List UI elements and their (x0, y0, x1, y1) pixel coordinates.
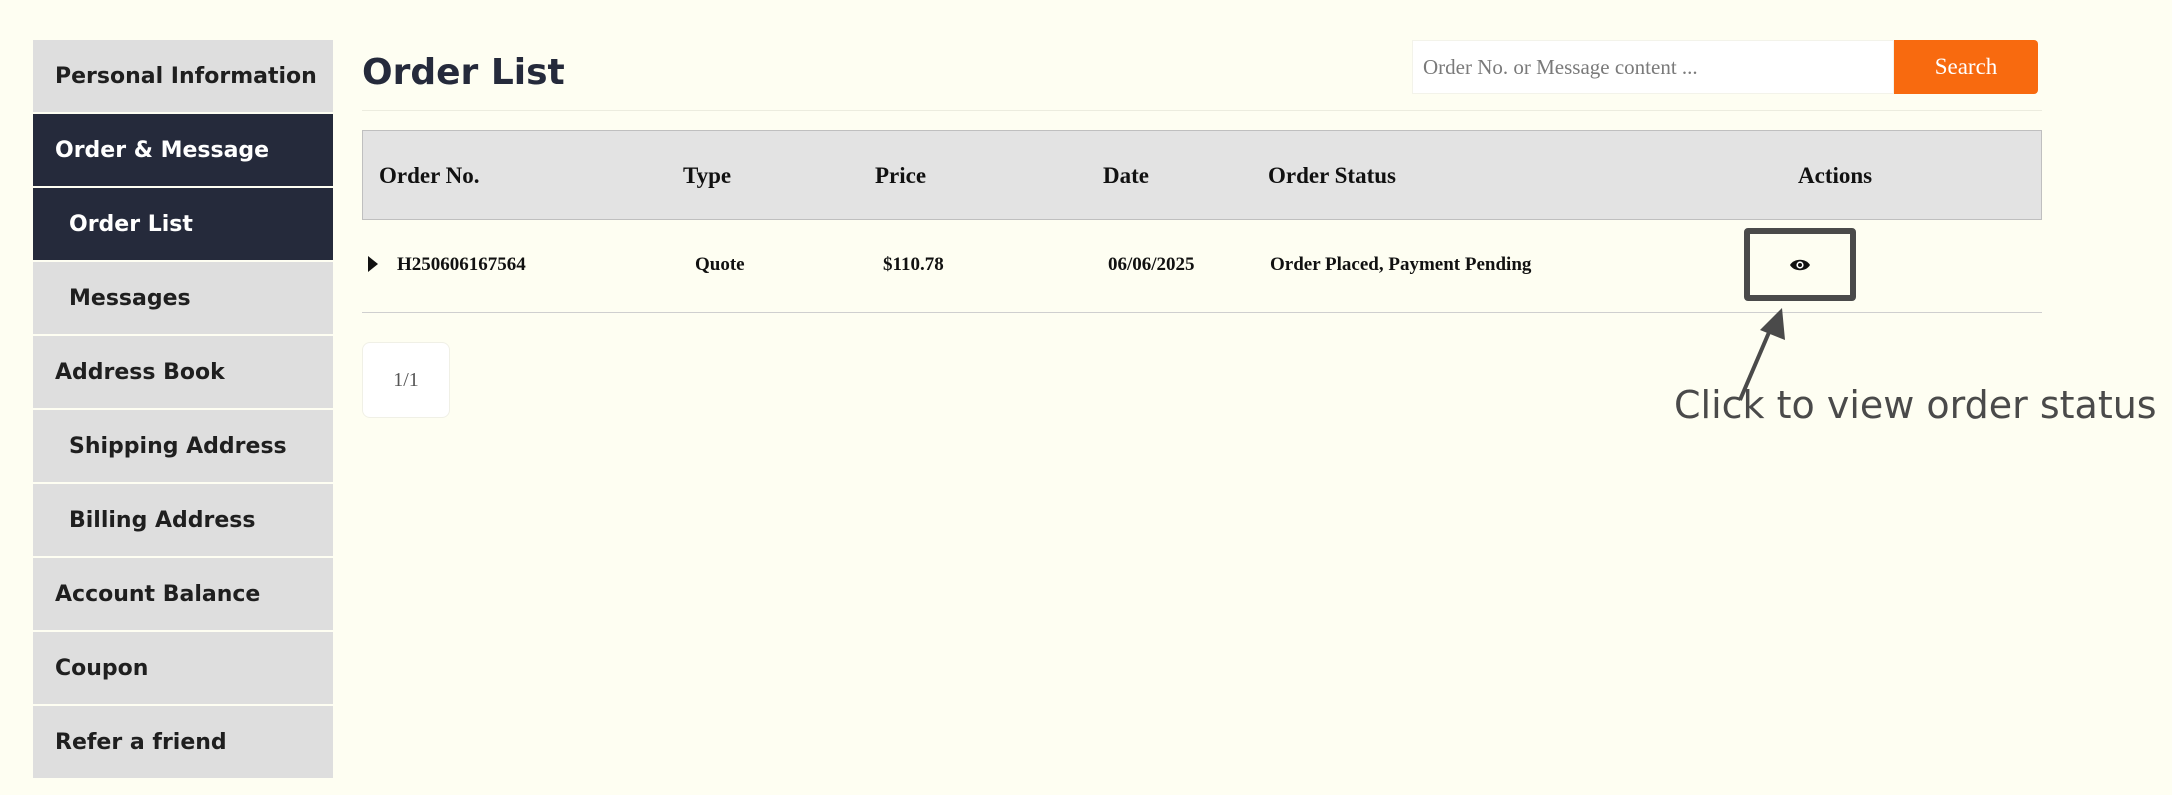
sidebar-item-account-balance[interactable]: Account Balance (33, 558, 333, 630)
order-number: H250606167564 (397, 254, 526, 275)
table-row: H250606167564 Quote $110.78 06/06/2025 O… (362, 220, 2042, 313)
sidebar-item-label: Messages (69, 285, 191, 311)
sidebar-item-label: Account Balance (55, 581, 261, 607)
sidebar-item-refer-a-friend[interactable]: Refer a friend (33, 706, 333, 778)
sidebar-item-order-list[interactable]: Order List (33, 188, 333, 260)
view-order-button[interactable] (1744, 228, 1856, 301)
column-header-order-no: Order No. (379, 163, 480, 188)
order-price: $110.78 (883, 254, 944, 275)
sidebar-item-coupon[interactable]: Coupon (33, 632, 333, 704)
search-button[interactable]: Search (1894, 40, 2038, 94)
sidebar-item-label: Order & Message (55, 137, 270, 163)
pagination[interactable]: 1/1 (362, 342, 450, 418)
column-header-type: Type (683, 163, 732, 188)
sidebar-item-shipping-address[interactable]: Shipping Address (33, 410, 333, 482)
sidebar-item-label: Coupon (55, 655, 149, 681)
sidebar-item-label: Address Book (55, 359, 225, 385)
sidebar-item-messages[interactable]: Messages (33, 262, 333, 334)
sidebar-item-label: Order List (69, 211, 193, 237)
sidebar-item-label: Refer a friend (55, 729, 227, 755)
expand-row-icon[interactable] (368, 256, 378, 272)
page-title: Order List (362, 52, 565, 93)
column-header-price: Price (875, 163, 927, 188)
sidebar-item-label: Shipping Address (69, 433, 287, 459)
search-bar: Search (1412, 40, 2038, 94)
sidebar-item-address-book[interactable]: Address Book (33, 336, 333, 408)
sidebar-item-billing-address[interactable]: Billing Address (33, 484, 333, 556)
order-type: Quote (695, 254, 745, 275)
order-table: Order No. Type Price Date Order Status A… (362, 130, 2042, 313)
column-header-actions: Actions (1798, 163, 1873, 188)
sidebar-item-label: Personal Information (55, 63, 317, 89)
sidebar: Personal Information Order & Message Ord… (33, 40, 333, 780)
eye-icon (1790, 259, 1810, 270)
order-date: 06/06/2025 (1108, 254, 1195, 275)
order-status: Order Placed, Payment Pending (1270, 254, 1532, 275)
sidebar-item-personal-information[interactable]: Personal Information (33, 40, 333, 112)
annotation-text: Click to view order status (1674, 383, 2157, 427)
title-divider (362, 110, 2042, 111)
search-input[interactable] (1412, 40, 1894, 94)
column-header-date: Date (1103, 163, 1149, 188)
sidebar-item-order-message[interactable]: Order & Message (33, 114, 333, 186)
table-header: Order No. Type Price Date Order Status A… (362, 130, 2042, 220)
sidebar-item-label: Billing Address (69, 507, 256, 533)
column-header-order-status: Order Status (1268, 163, 1396, 188)
